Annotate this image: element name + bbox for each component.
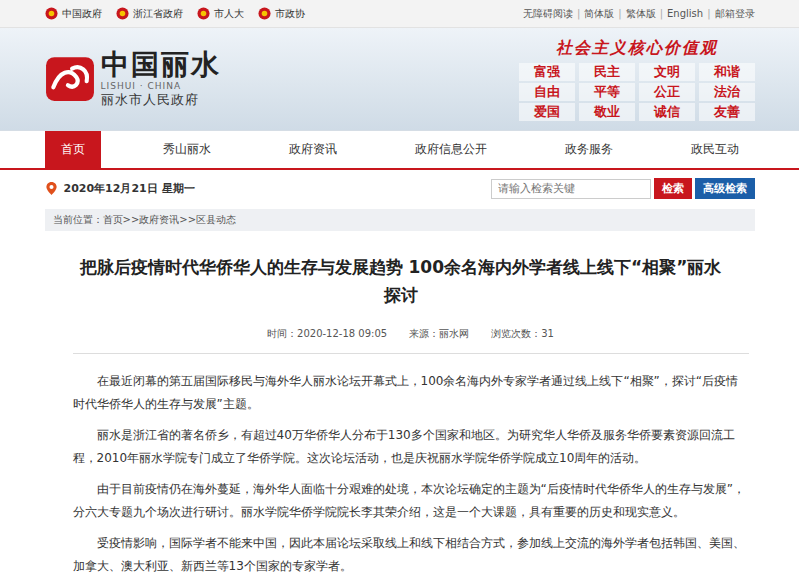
article-paragraph: 在最近闭幕的第五届国际移民与海外华人丽水论坛开幕式上，100余名海内外专家学者通… xyxy=(73,370,749,416)
header-banner: 中国丽水LISHUI · CHINA丽水市人民政府 社会主义核心价值观富强民主文明… xyxy=(0,28,799,131)
value-item: 文明 xyxy=(639,63,695,81)
emblem-icon xyxy=(258,7,271,20)
advanced-search-button[interactable]: 高级检索 xyxy=(695,178,755,199)
breadcrumb: 当前位置：首页>>政府资讯>>区县动态 xyxy=(45,209,755,231)
separator: | xyxy=(577,8,580,19)
breadcrumb-separator: >> xyxy=(179,214,196,225)
logo-icon xyxy=(45,56,95,102)
article-paragraph: 受疫情影响，国际学者不能来中国，因此本届论坛采取线上和线下相结合方式，参加线上交… xyxy=(73,532,749,576)
value-item: 法治 xyxy=(699,83,755,101)
article: 把脉后疫情时代华侨华人的生存与发展趋势 100余名海内外学者线上线下“相聚”丽水… xyxy=(45,231,755,576)
top-links: 中国政府浙江省政府市人大市政协 xyxy=(45,7,305,21)
values-grid: 富强民主文明和谐自由平等公正法治爱国敬业诚信友善 xyxy=(519,63,755,121)
utility-link[interactable]: English xyxy=(667,8,703,19)
value-item: 和谐 xyxy=(699,63,755,81)
top-link[interactable]: 中国政府 xyxy=(45,7,102,21)
date: 2020年12月21日 星期一 xyxy=(45,181,195,196)
location-pin-icon xyxy=(45,181,58,196)
breadcrumb-item[interactable]: 政府资讯 xyxy=(139,214,179,225)
site-logo[interactable]: 中国丽水LISHUI · CHINA丽水市人民政府 xyxy=(45,49,221,109)
emblem-icon xyxy=(116,7,129,20)
meta-item: 来源：丽水网 xyxy=(409,327,469,341)
utility-link[interactable]: 繁体版 xyxy=(626,7,656,21)
breadcrumb-separator: >> xyxy=(123,214,140,225)
separator: | xyxy=(707,8,710,19)
article-meta: 时间：2020-12-18 09:05 来源：丽水网 浏览次数：31 xyxy=(73,327,749,341)
logo-caption: 丽水市人民政府 xyxy=(101,91,221,109)
logo-subtitle: LISHUI · CHINA xyxy=(101,81,221,91)
value-item: 诚信 xyxy=(639,103,695,121)
article-paragraph: 由于目前疫情仍在海外蔓延，海外华人面临十分艰难的处境，本次论坛确定的主题为“后疫… xyxy=(73,478,749,524)
value-item: 平等 xyxy=(579,83,635,101)
nav-item[interactable]: 政务服务 xyxy=(549,131,629,168)
nav-item[interactable]: 政府信息公开 xyxy=(399,131,503,168)
page: 中国政府浙江省政府市人大市政协 无障碍阅读 | 简体版 | 繁体版 | English | 邮箱登… xyxy=(0,0,799,576)
nav-item[interactable]: 政府资讯 xyxy=(273,131,353,168)
separator: | xyxy=(660,8,663,19)
value-item: 富强 xyxy=(519,63,575,81)
meta-item: 时间：2020-12-18 09:05 xyxy=(267,327,387,341)
article-paragraph: 丽水是浙江省的著名侨乡，有超过40万华侨华人分布于130多个国家和地区。为研究华… xyxy=(73,424,749,470)
divider xyxy=(73,353,749,354)
top-link[interactable]: 浙江省政府 xyxy=(116,7,183,21)
utility-link[interactable]: 简体版 xyxy=(584,7,614,21)
slogan: 社会主义核心价值观 xyxy=(556,38,718,59)
value-item: 公正 xyxy=(639,83,695,101)
date-row: 2020年12月21日 星期一 检索高级检索 xyxy=(45,170,755,207)
utility-links: 无障碍阅读 | 简体版 | 繁体版 | English | 邮箱登录 xyxy=(523,7,755,21)
utility-link[interactable]: 邮箱登录 xyxy=(715,7,755,21)
value-item: 民主 xyxy=(579,63,635,81)
article-title: 把脉后疫情时代华侨华人的生存与发展趋势 100余名海内外学者线上线下“相聚”丽水… xyxy=(73,253,729,309)
search-input[interactable] xyxy=(491,179,651,199)
nav-item[interactable]: 秀山丽水 xyxy=(147,131,227,168)
search-bar: 检索高级检索 xyxy=(491,178,755,199)
emblem-icon xyxy=(45,7,58,20)
nav-item[interactable]: 首页 xyxy=(45,131,101,168)
search-button[interactable]: 检索 xyxy=(654,178,692,199)
top-link[interactable]: 市人大 xyxy=(197,7,244,21)
utility-link[interactable]: 无障碍阅读 xyxy=(523,7,573,21)
nav-item[interactable]: 政民互动 xyxy=(675,131,755,168)
top-bar: 中国政府浙江省政府市人大市政协 无障碍阅读 | 简体版 | 繁体版 | English | 邮箱登… xyxy=(0,0,799,28)
value-item: 自由 xyxy=(519,83,575,101)
value-item: 友善 xyxy=(699,103,755,121)
emblem-icon xyxy=(197,7,210,20)
breadcrumb-item[interactable]: 区县动态 xyxy=(196,214,236,225)
logo-title: 中国丽水 xyxy=(101,49,221,81)
value-item: 爱国 xyxy=(519,103,575,121)
main-nav: 首页 秀山丽水 政府资讯 政府信息公开 政务服务 政民互动 xyxy=(0,131,799,170)
separator: | xyxy=(618,8,621,19)
breadcrumb-item[interactable]: 首页 xyxy=(103,214,123,225)
meta-item: 浏览次数：31 xyxy=(491,327,554,341)
core-values: 社会主义核心价值观富强民主文明和谐自由平等公正法治爱国敬业诚信友善 xyxy=(519,38,755,121)
top-link[interactable]: 市政协 xyxy=(258,7,305,21)
value-item: 敬业 xyxy=(579,103,635,121)
